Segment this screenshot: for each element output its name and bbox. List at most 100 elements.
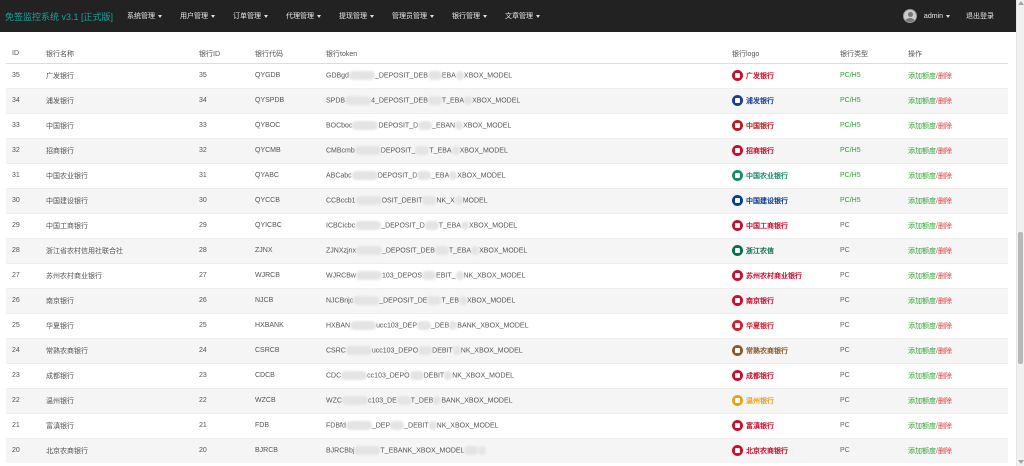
menu-banks[interactable]: 银行管理 xyxy=(452,0,505,32)
cell-bank-token: CCBccb1 OSIT_DEBIT NK_X MODEL xyxy=(320,187,726,213)
token-part: EBIT_ xyxy=(436,272,456,280)
add-quota-link[interactable]: 添加额度 xyxy=(908,298,936,305)
token-part: CSRC xyxy=(326,347,346,355)
cell-bank-logo: 华夏银行 xyxy=(726,312,834,338)
redacted-mask xyxy=(396,396,411,405)
cell-bank-logo: 北京农商银行 xyxy=(726,437,834,463)
token-value: WZC c103_DE T_DEB BANK_XBOX_MODEL xyxy=(326,396,513,405)
menu-agents[interactable]: 代理管理 xyxy=(286,0,339,32)
bank-logo-icon xyxy=(732,370,743,381)
delete-link[interactable]: 删除 xyxy=(938,248,952,255)
add-quota-link[interactable]: 添加额度 xyxy=(908,323,936,330)
add-quota-link[interactable]: 添加额度 xyxy=(908,148,936,155)
redacted-mask xyxy=(341,396,368,405)
cell-bank-code: QYSPDB xyxy=(249,87,320,113)
delete-link[interactable]: 删除 xyxy=(938,323,952,330)
delete-link[interactable]: 删除 xyxy=(938,448,952,455)
cell-bank-code: FDB xyxy=(249,412,320,438)
user-dropdown[interactable]: admin xyxy=(924,13,950,20)
top-navbar: 免签监控系统 v3.1 [正式版] 系统管理 用户管理 订单管理 代理管理 提现… xyxy=(0,0,1016,32)
token-part: DEBIT xyxy=(423,372,445,380)
bank-logo: 成都银行 xyxy=(732,368,774,384)
delete-link[interactable]: 删除 xyxy=(938,273,952,280)
cell-bank-type: PC xyxy=(834,237,902,263)
delete-link[interactable]: 删除 xyxy=(938,398,952,405)
redacted-mask xyxy=(409,371,424,380)
table-row: 33 中国银行 33 QYBOC BOCboc DEPOSIT_D _EBAN XBOX_MO… xyxy=(6,112,1008,138)
delete-link[interactable]: 删除 xyxy=(938,223,952,230)
redacted-mask xyxy=(341,371,368,380)
add-quota-link[interactable]: 添加额度 xyxy=(908,223,936,230)
scroll-thumb[interactable] xyxy=(1018,232,1023,364)
redacted-mask xyxy=(348,71,375,80)
token-part: DEPOSIT_D xyxy=(378,122,419,130)
token-value: FDBfd _DEP _DEBIT NK_XBOX_MODEL xyxy=(326,421,499,430)
menu-users[interactable]: 用户管理 xyxy=(180,0,233,32)
add-quota-link[interactable]: 添加额度 xyxy=(908,198,936,205)
menu-withdrawals[interactable]: 提现管理 xyxy=(339,0,392,32)
logout-link[interactable]: 退出登录 xyxy=(966,11,994,21)
token-part: EBA xyxy=(441,72,456,80)
token-value: BJRCBbj T_EBANK_XBOX_MODEL xyxy=(326,446,487,456)
table-header-row: ID 银行名称 银行ID 银行代码 银行token 银行logo 银行类型 操作 xyxy=(6,45,1008,64)
scroll-down-icon[interactable] xyxy=(1018,460,1024,464)
add-quota-link[interactable]: 添加额度 xyxy=(908,373,936,380)
bank-logo: 中国银行 xyxy=(732,118,774,134)
redacted-mask xyxy=(345,421,372,430)
redacted-mask xyxy=(390,421,405,430)
menu-orders[interactable]: 订单管理 xyxy=(233,0,286,32)
add-quota-link[interactable]: 添加额度 xyxy=(908,73,936,80)
add-quota-link[interactable]: 添加额度 xyxy=(908,123,936,130)
cell-bank-logo: 常熟农商银行 xyxy=(726,337,834,363)
cell-bank-id: 21 xyxy=(193,412,249,438)
delete-link[interactable]: 删除 xyxy=(938,173,952,180)
add-quota-link[interactable]: 添加额度 xyxy=(908,248,936,255)
menu-admins[interactable]: 管理员管理 xyxy=(392,0,452,32)
token-part: ucc103_DEP xyxy=(376,322,417,330)
bank-logo: 广发银行 xyxy=(732,68,774,84)
table-row: 22 温州银行 22 WZCB WZC c103_DE T_DEB BANK_XBOX_MOD… xyxy=(6,387,1008,413)
cell-bank-token: SPDB 4_DEPOSIT_DEB T_EBA XBOX_MODEL xyxy=(320,87,726,113)
table-body: 35 广发银行 35 QYGDB GDBgd _DEPOSIT_DEB EBA XBOX_MO… xyxy=(6,62,1008,463)
avatar[interactable] xyxy=(902,9,917,23)
add-quota-link[interactable]: 添加额度 xyxy=(908,98,936,105)
delete-link[interactable]: 删除 xyxy=(938,373,952,380)
delete-link[interactable]: 删除 xyxy=(938,298,952,305)
redacted-mask xyxy=(428,421,437,430)
delete-link[interactable]: 删除 xyxy=(938,148,952,155)
menu-label: 系统管理 xyxy=(127,13,155,20)
bank-logo-icon xyxy=(732,95,743,106)
add-quota-link[interactable]: 添加额度 xyxy=(908,398,936,405)
scroll-up-icon[interactable] xyxy=(1018,1,1024,5)
cell-bank-logo: 中国工商银行 xyxy=(726,212,834,238)
brand-title[interactable]: 免签监控系统 v3.1 [正式版] xyxy=(5,10,127,23)
cell-bank-code: QYICBC xyxy=(249,212,320,238)
token-part: CDC xyxy=(326,372,342,380)
bank-logo-text: 中国建设银行 xyxy=(746,197,788,205)
token-part: _EBAN xyxy=(432,122,456,130)
cell-bank-code: WZCB xyxy=(249,387,320,413)
token-part: WZC xyxy=(326,397,342,405)
token-part: NK_XBOX_MODEL xyxy=(460,347,523,355)
delete-link[interactable]: 删除 xyxy=(938,123,952,130)
delete-link[interactable]: 删除 xyxy=(938,348,952,355)
add-quota-link[interactable]: 添加额度 xyxy=(908,348,936,355)
cell-bank-logo: 浙江农信 xyxy=(726,237,834,263)
menu-articles[interactable]: 文章管理 xyxy=(505,0,558,32)
add-quota-link[interactable]: 添加额度 xyxy=(908,273,936,280)
delete-link[interactable]: 删除 xyxy=(938,73,952,80)
bank-logo: 中国建设银行 xyxy=(732,193,788,209)
menu-system[interactable]: 系统管理 xyxy=(127,0,180,32)
menu-label: 代理管理 xyxy=(286,13,314,20)
delete-link[interactable]: 删除 xyxy=(938,423,952,430)
table-row: 35 广发银行 35 QYGDB GDBgd _DEPOSIT_DEB EBA XBOX_MO… xyxy=(6,62,1008,88)
add-quota-link[interactable]: 添加额度 xyxy=(908,448,936,455)
delete-link[interactable]: 删除 xyxy=(938,198,952,205)
bank-logo-icon xyxy=(732,195,743,206)
page-scrollbar[interactable] xyxy=(1016,0,1024,466)
bank-logo-text: 浙江农信 xyxy=(746,247,774,255)
delete-link[interactable]: 删除 xyxy=(938,98,952,105)
add-quota-link[interactable]: 添加额度 xyxy=(908,423,936,430)
table-row: 26 南京银行 26 NJCB NJCBnjc _DEPOSIT_DE T_EB XBOX_M… xyxy=(6,287,1008,313)
add-quota-link[interactable]: 添加额度 xyxy=(908,173,936,180)
